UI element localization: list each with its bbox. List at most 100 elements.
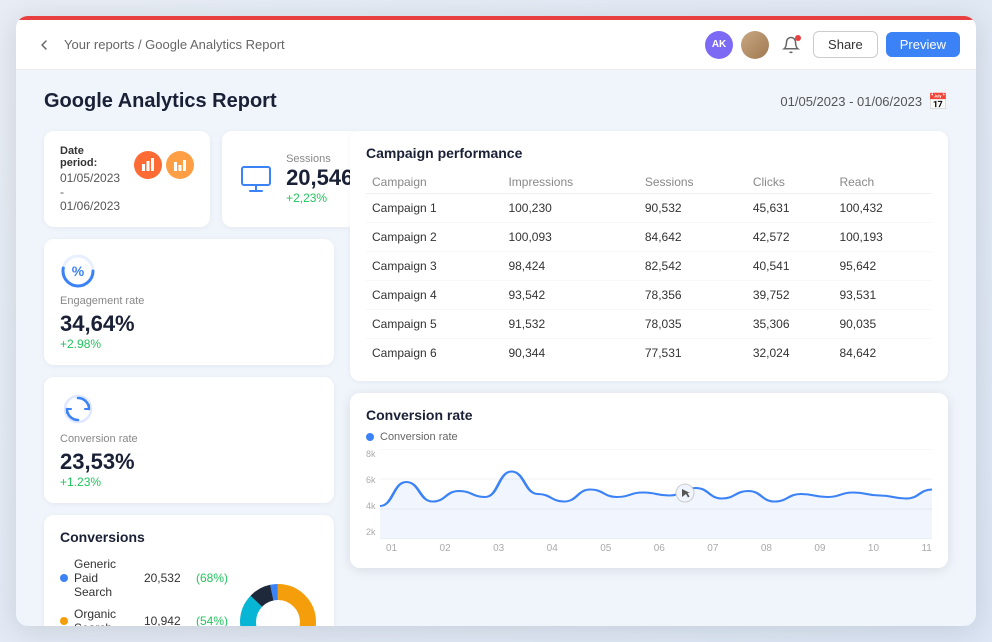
monitor-icon <box>238 161 274 197</box>
table-cell: 84,642 <box>639 223 747 252</box>
content-grid: Date period: 01/05/2023 - 01/06/2023 <box>44 131 948 626</box>
cursor-indicator <box>673 481 697 505</box>
conversion-label: Conversion rate <box>60 433 318 445</box>
table-cell: Campaign 2 <box>366 223 502 252</box>
table-column-header: Clicks <box>747 171 834 194</box>
table-row: Campaign 493,54278,35639,75293,531 <box>366 281 932 310</box>
conv-value: 20,532 <box>144 571 181 585</box>
x-label-01: 01 <box>386 543 397 554</box>
back-button[interactable] <box>32 33 56 57</box>
x-label-11: 11 <box>921 543 931 554</box>
sessions-info: Sessions 20,546 +2,23% <box>286 153 353 205</box>
date-card: Date period: 01/05/2023 - 01/06/2023 <box>44 131 210 227</box>
x-label-06: 06 <box>654 543 665 554</box>
bar-chart-icon-2 <box>166 151 194 179</box>
sessions-value: 20,546 <box>286 165 353 191</box>
table-cell: 100,093 <box>502 223 638 252</box>
campaign-table: CampaignImpressionsSessionsClicksReach C… <box>366 171 932 367</box>
table-cell: 78,035 <box>639 310 747 339</box>
table-cell: 90,344 <box>502 339 638 368</box>
sessions-change: +2,23% <box>286 191 353 205</box>
table-cell: 78,356 <box>639 281 747 310</box>
conversions-card: Conversions Generic Paid Search 20,532 (… <box>44 515 334 626</box>
table-cell: 95,642 <box>833 252 932 281</box>
chart-x-labels: 01 02 03 04 05 06 07 08 09 10 11 <box>366 543 932 554</box>
table-cell: 39,752 <box>747 281 834 310</box>
table-cell: Campaign 5 <box>366 310 502 339</box>
table-column-header: Reach <box>833 171 932 194</box>
y-label-2k: 2k <box>366 527 376 537</box>
date-label: Date period: <box>60 145 120 169</box>
chart-legend: Conversion rate <box>366 431 932 443</box>
y-label-6k: 6k <box>366 475 376 485</box>
avatar-ak: AK <box>705 31 733 59</box>
header: Your reports / Google Analytics Report A… <box>16 20 976 70</box>
table-row: Campaign 2100,09384,64242,572100,193 <box>366 223 932 252</box>
table-cell: 91,532 <box>502 310 638 339</box>
table-column-header: Impressions <box>502 171 638 194</box>
right-column: Campaign performance CampaignImpressions… <box>350 131 948 626</box>
y-label-8k: 8k <box>366 449 376 459</box>
x-label-03: 03 <box>493 543 504 554</box>
table-cell: 90,532 <box>639 194 747 223</box>
conv-pct: (68%) <box>196 571 228 585</box>
conv-value: 10,942 <box>144 614 181 626</box>
table-cell: 90,035 <box>833 310 932 339</box>
table-cell: 93,542 <box>502 281 638 310</box>
avatar-photo <box>741 31 769 59</box>
engagement-change: +2.98% <box>60 337 318 351</box>
app-container: Your reports / Google Analytics Report A… <box>16 16 976 626</box>
conv-name: Generic Paid Search <box>74 557 138 599</box>
campaign-card: Campaign performance CampaignImpressions… <box>350 131 948 381</box>
table-row: Campaign 398,42482,54240,54195,642 <box>366 252 932 281</box>
table-cell: Campaign 4 <box>366 281 502 310</box>
conv-item: Generic Paid Search 20,532 (68%) <box>60 557 228 599</box>
table-cell: Campaign 1 <box>366 194 502 223</box>
x-label-04: 04 <box>547 543 558 554</box>
conv-pct: (54%) <box>196 614 228 626</box>
refresh-icon <box>60 391 96 427</box>
conv-dot <box>60 574 68 582</box>
table-cell: 32,024 <box>747 339 834 368</box>
table-row: Campaign 1100,23090,53245,631100,432 <box>366 194 932 223</box>
date-value: 01/05/2023 - 01/06/2023 <box>60 171 120 213</box>
x-label-05: 05 <box>600 543 611 554</box>
conversion-rate-card: Conversion rate 23,53% +1.23% <box>44 377 334 503</box>
donut-chart <box>238 582 318 626</box>
percent-icon: % <box>60 253 96 289</box>
share-button[interactable]: Share <box>813 31 878 58</box>
table-row: Campaign 591,53278,03535,30690,035 <box>366 310 932 339</box>
x-label-02: 02 <box>440 543 451 554</box>
date-info: Date period: 01/05/2023 - 01/06/2023 <box>60 145 120 213</box>
table-cell: 35,306 <box>747 310 834 339</box>
x-label-09: 09 <box>814 543 825 554</box>
breadcrumb: Your reports / Google Analytics Report <box>64 37 697 52</box>
table-cell: 77,531 <box>639 339 747 368</box>
table-column-header: Sessions <box>639 171 747 194</box>
notification-dot <box>795 35 801 41</box>
legend-dot <box>366 433 374 441</box>
engagement-value: 34,64% <box>60 311 318 337</box>
conversions-list: Generic Paid Search 20,532 (68%) Organic… <box>60 557 228 626</box>
chart-card: Conversion rate Conversion rate 8k 6k 4k… <box>350 393 948 568</box>
conv-name: Organic Search <box>74 607 138 626</box>
table-cell: 100,230 <box>502 194 638 223</box>
line-chart-svg <box>380 449 932 539</box>
table-row: Campaign 690,34477,53132,02484,642 <box>366 339 932 368</box>
report-header: Google Analytics Report 01/05/2023 - 01/… <box>44 90 948 113</box>
table-cell: 40,541 <box>747 252 834 281</box>
table-cell: Campaign 6 <box>366 339 502 368</box>
table-cell: 100,193 <box>833 223 932 252</box>
conv-item: Organic Search 10,942 (54%) <box>60 607 228 626</box>
conversions-content: Generic Paid Search 20,532 (68%) Organic… <box>60 557 318 626</box>
calendar-icon[interactable]: 📅 <box>928 92 948 112</box>
notification-button[interactable] <box>777 31 805 59</box>
table-header-row: CampaignImpressionsSessionsClicksReach <box>366 171 932 194</box>
table-cell: 100,432 <box>833 194 932 223</box>
table-cell: Campaign 3 <box>366 252 502 281</box>
preview-button[interactable]: Preview <box>886 32 960 57</box>
y-label-4k: 4k <box>366 501 376 511</box>
engagement-card: % Engagement rate 34,64% +2.98% <box>44 239 334 365</box>
table-cell: 45,631 <box>747 194 834 223</box>
report-title: Google Analytics Report <box>44 90 277 113</box>
